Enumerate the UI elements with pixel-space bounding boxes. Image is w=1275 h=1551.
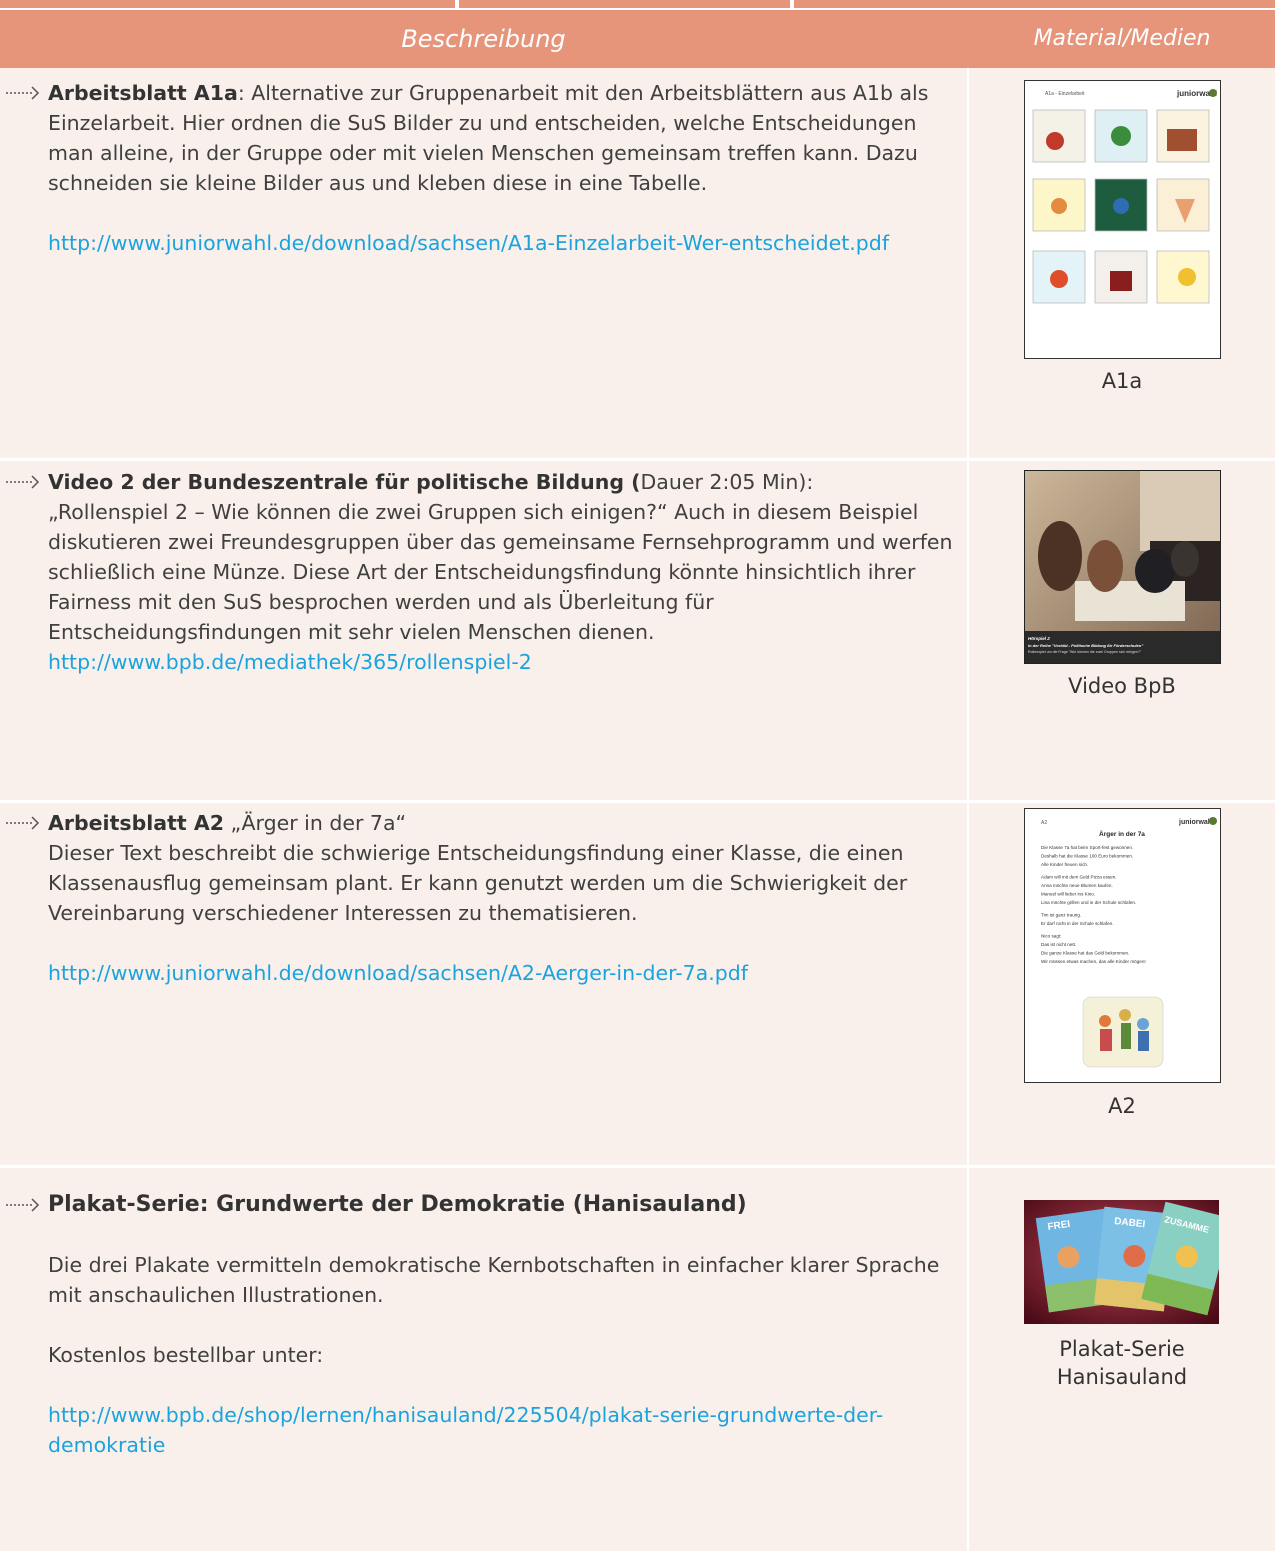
doc-line: Nico sagt: <box>1041 934 1061 939</box>
row-description: Arbeitsblatt A2 „Ärger in der 7a“ Dieser … <box>34 808 959 988</box>
thumb-header-left: A2 <box>1041 820 1047 826</box>
doc-line: Er darf nicht in der Schule schlafen. <box>1041 921 1114 926</box>
doc-line: Die Klasse 7a hat beim Sport-fest gewonn… <box>1041 845 1133 850</box>
top-strip-segment <box>459 0 790 8</box>
table-header: Beschreibung Material/ Medien <box>0 10 1275 68</box>
row-text: Arbeitsblatt A1a: Alternative zur Gruppe… <box>34 78 959 198</box>
row-separator <box>0 458 1275 461</box>
row-separator <box>0 1165 1275 1168</box>
header-material-line2: Medien <box>1130 26 1211 51</box>
material-caption: A1a <box>1101 369 1143 393</box>
top-strip-segment <box>0 0 455 8</box>
top-strip <box>0 0 1275 8</box>
row-title: Arbeitsblatt A2 <box>48 811 224 835</box>
header-material: Material/ Medien <box>969 10 1275 68</box>
doc-line: Lina möchte grillen und in der Schule sc… <box>1041 900 1136 905</box>
doc-line: Anna möchte neue Blumen kaufen. <box>1041 883 1113 888</box>
row-title-rest: „Ärger in der 7a“ <box>223 811 407 835</box>
thumb-header-left: A1a - Einzelarbeit <box>1045 91 1085 97</box>
video-link[interactable]: http://www.bpb.de/mediathek/365/rollensp… <box>48 650 532 674</box>
caption-line-2: Hanisauland <box>1056 1365 1188 1389</box>
row-description: Plakat-Serie: Grundwerte der Demokratie … <box>34 1190 959 1460</box>
doc-line: Tim ist ganz traurig. <box>1041 913 1081 918</box>
row-description: Video 2 der Bundeszentrale für politisch… <box>34 467 959 677</box>
download-link[interactable]: http://www.juniorwahl.de/download/sachse… <box>48 961 748 985</box>
video-still: Hörspiel 2 in der Reihe "Vorbild - Polit… <box>1025 471 1220 663</box>
row-title: Arbeitsblatt A1a <box>48 81 238 105</box>
row-separator <box>0 800 1275 803</box>
doc-line: Adam will mit dem Geld Pizza essen. <box>1041 875 1117 880</box>
header-description: Beschreibung <box>401 25 566 53</box>
row-description: Arbeitsblatt A1a: Alternative zur Gruppe… <box>34 78 959 258</box>
material-caption: A2 <box>1108 1094 1136 1118</box>
video-overlay-line1: Hörspiel 2 <box>1028 636 1050 641</box>
video-thumbnail[interactable]: Hörspiel 2 in der Reihe "Vorbild - Polit… <box>1024 470 1221 664</box>
doc-line: Alle Kinder freuen sich. <box>1041 862 1088 867</box>
row-title-line: Plakat-Serie: Grundwerte der Demokratie … <box>34 1190 959 1220</box>
doc-line: Wir müssen etwas machen, das alle Kinder… <box>1041 959 1146 964</box>
video-overlay-line3: Rollenspiel um die Frage "Wie können die… <box>1028 650 1142 654</box>
poster-image: FREI DABEI ZUSAMME <box>1024 1200 1219 1324</box>
doc-line: Manuel will lieber ins Kino. <box>1041 892 1095 897</box>
top-strip-segment <box>794 0 1275 8</box>
row-body-2: Kostenlos bestellbar unter: <box>48 1343 324 1367</box>
material-caption: Plakat-Serie Hanisauland <box>969 1335 1275 1391</box>
material-caption: Video BpB <box>1068 674 1176 698</box>
doc-line: Deshalb hat die Klasse 100 Euro bekommen… <box>1041 854 1133 859</box>
row-title: Video 2 der Bundeszentrale für politisch… <box>48 470 641 494</box>
row-body: „Rollenspiel 2 – Wie können die zwei Gru… <box>48 500 953 644</box>
worksheet-preview: A2 juniorwahl Ärger in der 7a Die Klasse… <box>1041 817 1217 1068</box>
row-body: Die drei Plakate vermitteln demokratisch… <box>48 1253 940 1307</box>
row-title-sep: : <box>237 81 245 105</box>
doc-line: Das ist nicht nett. <box>1041 942 1076 947</box>
thumb-header-right: juniorwahl <box>1178 819 1214 826</box>
shop-link[interactable]: http://www.bpb.de/shop/lernen/hanisaulan… <box>48 1403 883 1457</box>
doc-title: Ärger in der 7a <box>1099 830 1145 838</box>
row-text: Video 2 der Bundeszentrale für politisch… <box>34 467 959 647</box>
worksheet-preview: A1a - Einzelarbeit juniorwahl <box>1032 89 1217 304</box>
header-material-line1: Material/ <box>1033 26 1131 51</box>
row-title-rest: Dauer 2:05 Min): <box>640 470 814 494</box>
caption-line-1: Plakat-Serie <box>1059 1337 1185 1361</box>
doc-line: Die ganze Klasse hat das Geld bekommen. <box>1041 951 1129 956</box>
worksheet-thumbnail[interactable]: A2 juniorwahl Ärger in der 7a Die Klasse… <box>1024 808 1221 1083</box>
video-overlay-line2: in der Reihe "Vorbild - Politische Bildu… <box>1028 643 1143 648</box>
poster-thumbnail[interactable]: FREI DABEI ZUSAMME <box>1024 1200 1219 1324</box>
column-divider <box>967 68 969 1551</box>
download-link[interactable]: http://www.juniorwahl.de/download/sachse… <box>48 231 889 255</box>
row-text: Arbeitsblatt A2 „Ärger in der 7a“ Dieser … <box>34 808 959 928</box>
worksheet-thumbnail[interactable]: A1a - Einzelarbeit juniorwahl <box>1024 80 1221 359</box>
row-body: Dieser Text beschreibt die schwierige En… <box>48 841 908 925</box>
row-title: Plakat-Serie: Grundwerte der Demokratie … <box>48 1192 747 1217</box>
